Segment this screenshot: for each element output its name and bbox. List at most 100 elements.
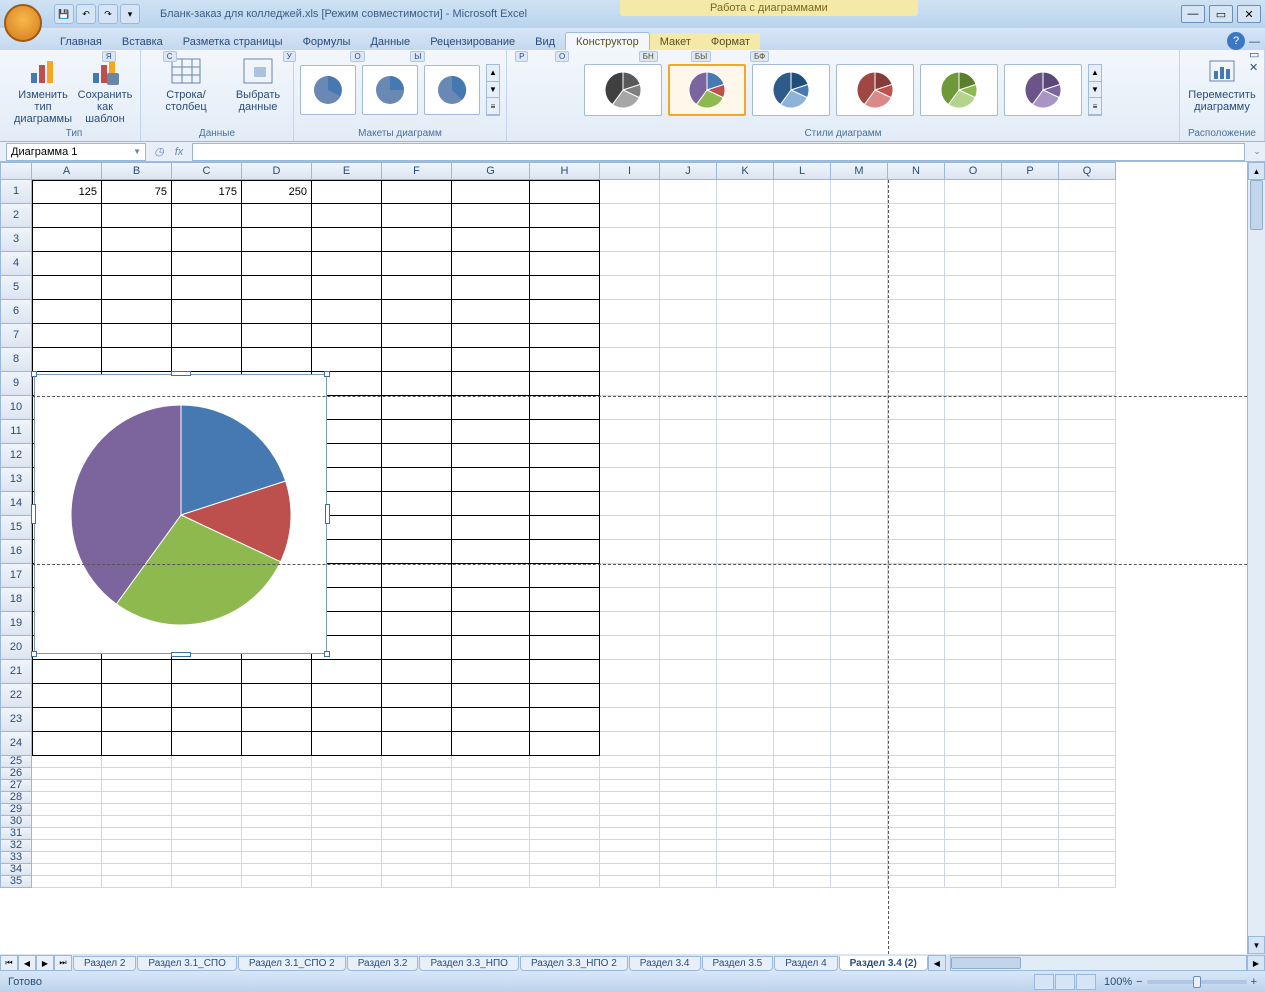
cell[interactable]	[102, 768, 172, 780]
cell[interactable]	[831, 684, 888, 708]
cell[interactable]	[717, 564, 774, 588]
cell[interactable]	[1059, 468, 1116, 492]
row-header-8[interactable]: 8	[0, 348, 32, 372]
cell[interactable]	[1059, 420, 1116, 444]
cell[interactable]	[530, 372, 600, 396]
row-header-1[interactable]: 1	[0, 180, 32, 204]
cell[interactable]	[32, 864, 102, 876]
tab-chart-design[interactable]: КонструкторБН	[565, 32, 650, 50]
cell[interactable]	[102, 300, 172, 324]
cell[interactable]	[1059, 300, 1116, 324]
cell[interactable]	[1002, 348, 1059, 372]
cell[interactable]	[660, 300, 717, 324]
cell[interactable]	[1059, 816, 1116, 828]
cell[interactable]	[888, 204, 945, 228]
cell[interactable]	[530, 864, 600, 876]
row-header-3[interactable]: 3	[0, 228, 32, 252]
cell[interactable]	[530, 444, 600, 468]
cell[interactable]	[530, 516, 600, 540]
sheet-tab[interactable]: Раздел 4	[774, 956, 837, 971]
view-normal-button[interactable]	[1034, 974, 1054, 990]
row-header-17[interactable]: 17	[0, 564, 32, 588]
cell[interactable]	[600, 348, 660, 372]
cell[interactable]	[242, 252, 312, 276]
cell[interactable]	[888, 348, 945, 372]
cell[interactable]	[102, 324, 172, 348]
cell[interactable]	[1059, 228, 1116, 252]
column-header-N[interactable]: N	[888, 162, 945, 180]
cell[interactable]	[660, 204, 717, 228]
cell[interactable]	[660, 708, 717, 732]
cell[interactable]	[600, 516, 660, 540]
row-header-6[interactable]: 6	[0, 300, 32, 324]
cell[interactable]	[1002, 420, 1059, 444]
cell[interactable]	[172, 804, 242, 816]
cell[interactable]	[717, 444, 774, 468]
cell[interactable]	[600, 852, 660, 864]
cell[interactable]	[312, 204, 382, 228]
cell[interactable]	[242, 852, 312, 864]
cell[interactable]	[32, 276, 102, 300]
cell[interactable]	[1002, 180, 1059, 204]
cell[interactable]	[774, 792, 831, 804]
qat-redo-button[interactable]: ↷	[98, 4, 118, 24]
cell[interactable]	[774, 588, 831, 612]
cell[interactable]	[660, 828, 717, 840]
chart-layout-3[interactable]	[424, 65, 480, 115]
cell[interactable]	[242, 204, 312, 228]
cell[interactable]	[172, 828, 242, 840]
cell[interactable]: 250	[242, 180, 312, 204]
sheet-tab[interactable]: Раздел 3.1_СПО 2	[238, 956, 346, 971]
cell[interactable]	[32, 756, 102, 768]
cell[interactable]	[1002, 756, 1059, 768]
cell[interactable]	[452, 816, 530, 828]
cell[interactable]	[774, 468, 831, 492]
cell[interactable]	[32, 300, 102, 324]
column-header-P[interactable]: P	[1002, 162, 1059, 180]
cell[interactable]	[831, 816, 888, 828]
cell[interactable]	[660, 228, 717, 252]
cell[interactable]	[382, 588, 452, 612]
sheet-tab[interactable]: Раздел 3.1_СПО	[137, 956, 236, 971]
vertical-scrollbar[interactable]: ▲ ▼	[1247, 162, 1265, 954]
cell[interactable]	[600, 756, 660, 768]
cell[interactable]	[382, 780, 452, 792]
cell[interactable]	[382, 852, 452, 864]
cell[interactable]	[888, 516, 945, 540]
cell[interactable]	[382, 840, 452, 852]
column-header-O[interactable]: O	[945, 162, 1002, 180]
cell[interactable]	[1059, 372, 1116, 396]
cell[interactable]	[102, 876, 172, 888]
cell[interactable]	[530, 324, 600, 348]
cell[interactable]	[945, 564, 1002, 588]
cell[interactable]	[660, 876, 717, 888]
cell[interactable]	[888, 708, 945, 732]
cell[interactable]	[1002, 588, 1059, 612]
cell[interactable]	[1002, 324, 1059, 348]
cell[interactable]	[888, 792, 945, 804]
row-header-11[interactable]: 11	[0, 420, 32, 444]
cell[interactable]	[1059, 588, 1116, 612]
cell[interactable]	[1002, 804, 1059, 816]
cell[interactable]	[945, 708, 1002, 732]
cell[interactable]	[600, 444, 660, 468]
cell[interactable]	[888, 828, 945, 840]
cell[interactable]	[382, 660, 452, 684]
cell[interactable]	[172, 708, 242, 732]
cell[interactable]	[1002, 492, 1059, 516]
cell[interactable]	[32, 228, 102, 252]
cell[interactable]	[382, 612, 452, 636]
cell[interactable]	[242, 708, 312, 732]
column-header-I[interactable]: I	[600, 162, 660, 180]
cell[interactable]	[312, 756, 382, 768]
qat-dropdown[interactable]: ▾	[120, 4, 140, 24]
cell[interactable]	[600, 540, 660, 564]
cell[interactable]	[888, 840, 945, 852]
cell[interactable]	[774, 516, 831, 540]
cell[interactable]	[945, 372, 1002, 396]
row-header-35[interactable]: 35	[0, 876, 32, 888]
cell[interactable]	[32, 684, 102, 708]
select-all-corner[interactable]	[0, 162, 32, 180]
cell[interactable]	[452, 864, 530, 876]
cell[interactable]	[102, 756, 172, 768]
